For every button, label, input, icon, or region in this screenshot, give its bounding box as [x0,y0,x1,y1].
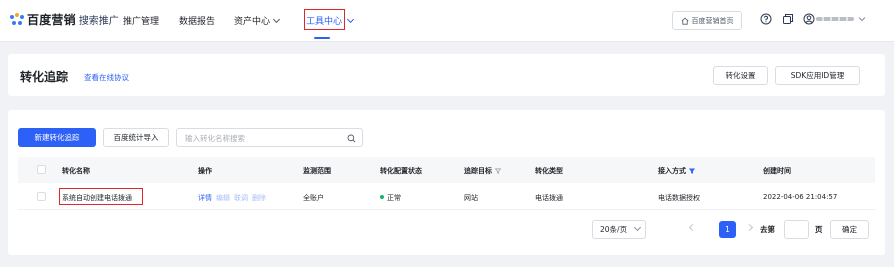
edit-link[interactable]: 编辑 [216,194,230,202]
page-title: 转化追踪 [20,70,69,84]
search-icon[interactable] [347,134,356,143]
column-header-created: 创建时间 [763,167,791,175]
row-checkbox[interactable] [37,192,46,201]
tracking-target: 网站 [464,194,478,202]
page-number-current[interactable]: 1 [719,221,736,238]
page-header-card: 转化追踪 查看在线协议 转化设置 SDK应用ID管理 [8,54,885,96]
created-time: 2022-04-06 21:04:57 [763,193,838,201]
goto-confirm-button[interactable]: 确定 [830,220,869,239]
view-protocol-link[interactable]: 查看在线协议 [84,72,129,83]
chevron-down-icon [272,15,281,24]
filter-icon[interactable] [495,168,501,174]
select-all-checkbox[interactable] [37,165,46,174]
table-row: 系统自动创建电话拨通 详情 编辑 联调 删除 全账户 正常 网站 电话拨通 电话数据授… [18,183,875,210]
goto-suffix: 页 [815,225,823,234]
nav-item-promotion[interactable]: 推广管理 [123,14,159,27]
logo-icon [10,12,24,27]
home-button[interactable]: 百度营销首页 [672,11,742,30]
top-navigation: 百度营销 搜索推广 推广管理 数据报告 资产中心 工具中心 百度营销首页 [0,0,894,42]
help-icon[interactable] [760,13,772,25]
conversion-list-card: 新建转化追踪 百度统计导入 转化名称 操作 监测范围 转化配置状态 追踪目标 转… [8,110,885,255]
column-header-name: 转化名称 [62,167,90,175]
column-header-type: 转化类型 [535,167,563,175]
chevron-down-icon [346,15,355,24]
search-input[interactable] [185,132,335,144]
user-icon[interactable] [803,13,815,25]
nav-item-reports[interactable]: 数据报告 [179,14,215,27]
nav-item-assets-label: 资产中心 [234,17,271,27]
page-size-select[interactable]: 20条/页 [592,220,646,239]
new-conversion-button[interactable]: 新建转化追踪 [18,128,96,147]
access-method: 电话数据授权 [658,194,700,202]
nav-active-indicator [314,37,330,39]
column-header-scope: 监测范围 [303,167,331,175]
home-icon [681,17,688,25]
column-header-status: 转化配置状态 [380,167,422,175]
nav-item-assets[interactable]: 资产中心 [234,14,281,27]
next-page-icon[interactable] [745,223,754,232]
conversion-type: 电话拨通 [535,194,563,202]
goto-prefix: 去第 [760,225,775,234]
copy-icon[interactable] [782,13,794,25]
home-button-label: 百度营销首页 [691,16,734,25]
column-header-target-label: 追踪目标 [464,167,492,175]
account-name-redacted[interactable] [816,17,854,21]
column-header-target: 追踪目标 [464,166,501,176]
debug-link[interactable]: 联调 [234,194,248,202]
sdk-app-id-button[interactable]: SDK应用ID管理 [775,66,860,85]
search-box [176,128,363,147]
conversion-name[interactable]: 系统自动创建电话拨通 [62,193,132,203]
column-header-actions: 操作 [198,167,212,175]
column-header-access: 接入方式 [658,166,695,176]
column-header-access-label: 接入方式 [658,167,686,175]
row-actions: 详情 编辑 联调 删除 [198,193,270,203]
status-badge: 正常 [380,193,401,203]
filter-icon[interactable] [689,168,695,174]
monitor-scope: 全账户 [303,194,324,202]
conversion-settings-button[interactable]: 转化设置 [713,66,768,85]
chevron-down-icon [634,223,642,232]
status-text: 正常 [387,194,401,202]
logo[interactable]: 百度营销 搜索推广 [10,11,119,28]
table-header: 转化名称 操作 监测范围 转化配置状态 追踪目标 转化类型 接入方式 创建时间 [18,157,875,183]
brand-name: 百度营销 [27,13,76,27]
nav-highlight-box [304,9,345,30]
chevron-down-icon[interactable] [858,16,866,22]
brand-product: 搜索推广 [78,16,119,27]
delete-link[interactable]: 删除 [252,194,266,202]
baidu-stats-import-button[interactable]: 百度统计导入 [103,128,169,147]
prev-page-icon[interactable] [688,223,697,232]
status-dot-icon [380,195,384,199]
goto-page-input[interactable] [784,220,809,239]
page-size-value: 20条/页 [600,225,628,234]
details-link[interactable]: 详情 [198,194,212,202]
